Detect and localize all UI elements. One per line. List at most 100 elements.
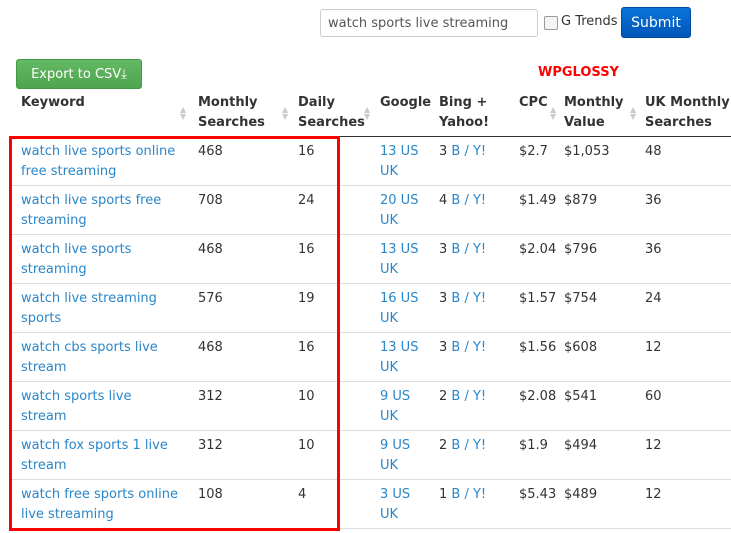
- sort-icon[interactable]: ▲ ▼: [630, 106, 636, 121]
- bing-yahoo-link[interactable]: B / Y!: [451, 438, 486, 453]
- cpc: $2.04: [519, 242, 557, 257]
- g-trends-checkbox[interactable]: [544, 16, 558, 30]
- value-cell: $1,053: [564, 142, 634, 162]
- cpc: $1.57: [519, 291, 557, 306]
- cpc-cell: $5.43: [519, 485, 564, 505]
- value-cell: $608: [564, 338, 634, 358]
- column-header-monthly_1[interactable]: Monthly Searches: [198, 93, 265, 133]
- bing-yahoo-link[interactable]: B / Y!: [451, 193, 486, 208]
- uk-cell: 36: [645, 240, 715, 260]
- google-link[interactable]: 20 US UK: [380, 193, 418, 228]
- cpc-cell: $2.7: [519, 142, 564, 162]
- column-header-uk_1[interactable]: UK Monthly Searches: [645, 93, 730, 133]
- uk-cell: 48: [645, 142, 715, 162]
- bing-count: 3: [439, 340, 448, 355]
- bing-cell: 1 B / Y!: [439, 485, 509, 505]
- monthly-value: $1,053: [564, 144, 610, 159]
- download-icon: ⤓: [121, 66, 127, 82]
- sort-icon[interactable]: ▲ ▼: [364, 106, 370, 121]
- cpc-cell: $1.49: [519, 191, 564, 211]
- google-link[interactable]: 3 US UK: [380, 487, 410, 522]
- column-header-value_1[interactable]: Monthly Value: [564, 93, 624, 133]
- bing-cell: 2 B / Y!: [439, 436, 509, 456]
- uk-monthly-searches: 48: [645, 144, 662, 159]
- column-header-keyword[interactable]: Keyword: [21, 93, 85, 113]
- header-text: Value: [564, 115, 605, 130]
- google-link[interactable]: 9 US UK: [380, 438, 410, 473]
- bing-count: 4: [439, 193, 448, 208]
- google-link[interactable]: 13 US UK: [380, 144, 418, 179]
- cpc: $2.08: [519, 389, 557, 404]
- column-header-bing_1[interactable]: Bing + Yahoo!: [439, 93, 489, 133]
- header-text: Monthly: [198, 95, 258, 110]
- sort-icon[interactable]: ▲ ▼: [550, 106, 556, 121]
- monthly-value: $608: [564, 340, 598, 355]
- bing-cell: 3 B / Y!: [439, 142, 509, 162]
- google-link[interactable]: 16 US UK: [380, 291, 418, 326]
- cpc-cell: $1.56: [519, 338, 564, 358]
- google-cell: 3 US UK: [380, 485, 430, 525]
- google-link[interactable]: 9 US UK: [380, 389, 410, 424]
- value-cell: $489: [564, 485, 634, 505]
- bing-cell: 3 B / Y!: [439, 240, 509, 260]
- uk-cell: 60: [645, 387, 715, 407]
- cpc-cell: $1.57: [519, 289, 564, 309]
- bing-count: 3: [439, 144, 448, 159]
- bing-yahoo-link[interactable]: B / Y!: [451, 389, 486, 404]
- header-text: UK Monthly: [645, 95, 730, 110]
- uk-monthly-searches: 60: [645, 389, 662, 404]
- bing-cell: 3 B / Y!: [439, 289, 509, 309]
- bing-count: 2: [439, 389, 448, 404]
- bing-cell: 4 B / Y!: [439, 191, 509, 211]
- uk-monthly-searches: 12: [645, 340, 662, 355]
- google-cell: 9 US UK: [380, 387, 430, 427]
- header-text: Bing +: [439, 95, 488, 110]
- uk-monthly-searches: 36: [645, 193, 662, 208]
- header-text: Daily: [298, 95, 335, 110]
- bing-yahoo-link[interactable]: B / Y!: [451, 242, 486, 257]
- uk-monthly-searches: 12: [645, 438, 662, 453]
- search-input[interactable]: [320, 9, 538, 37]
- sort-icon[interactable]: ▲ ▼: [282, 106, 288, 121]
- monthly-value: $796: [564, 242, 598, 257]
- bing-count: 1: [439, 487, 448, 502]
- g-trends-label: G Trends: [561, 14, 618, 29]
- bing-yahoo-link[interactable]: B / Y!: [451, 487, 486, 502]
- uk-cell: 12: [645, 436, 715, 456]
- cpc: $1.56: [519, 340, 557, 355]
- bing-count: 3: [439, 291, 448, 306]
- monthly-value: $879: [564, 193, 598, 208]
- cpc: $1.9: [519, 438, 548, 453]
- google-cell: 20 US UK: [380, 191, 430, 231]
- google-link[interactable]: 13 US UK: [380, 242, 418, 277]
- uk-cell: 36: [645, 191, 715, 211]
- google-cell: 13 US UK: [380, 338, 430, 378]
- bing-yahoo-link[interactable]: B / Y!: [451, 340, 486, 355]
- cpc-cell: $2.04: [519, 240, 564, 260]
- brand-label: WPGLOSSY: [538, 65, 619, 80]
- bing-count: 2: [439, 438, 448, 453]
- bing-yahoo-link[interactable]: B / Y!: [451, 144, 486, 159]
- sort-icon[interactable]: ▲ ▼: [180, 106, 186, 121]
- export-csv-button[interactable]: Export to CSV ⤓: [16, 59, 142, 89]
- header-text: Searches: [298, 115, 365, 130]
- google-cell: 13 US UK: [380, 240, 430, 280]
- column-header-daily_1[interactable]: Daily Searches: [298, 93, 365, 133]
- monthly-value: $494: [564, 438, 598, 453]
- value-cell: $494: [564, 436, 634, 456]
- submit-button[interactable]: Submit: [621, 7, 691, 38]
- column-header-google[interactable]: Google: [380, 93, 431, 113]
- cpc: $2.7: [519, 144, 548, 159]
- header-text: Searches: [645, 115, 712, 130]
- google-link[interactable]: 13 US UK: [380, 340, 418, 375]
- bing-yahoo-link[interactable]: B / Y!: [451, 291, 486, 306]
- monthly-value: $541: [564, 389, 598, 404]
- uk-monthly-searches: 36: [645, 242, 662, 257]
- uk-monthly-searches: 24: [645, 291, 662, 306]
- bing-cell: 2 B / Y!: [439, 387, 509, 407]
- bing-cell: 3 B / Y!: [439, 338, 509, 358]
- value-cell: $796: [564, 240, 634, 260]
- column-header-cpc[interactable]: CPC: [519, 93, 548, 113]
- highlight-box: [9, 136, 340, 531]
- header-text: Google: [380, 95, 432, 110]
